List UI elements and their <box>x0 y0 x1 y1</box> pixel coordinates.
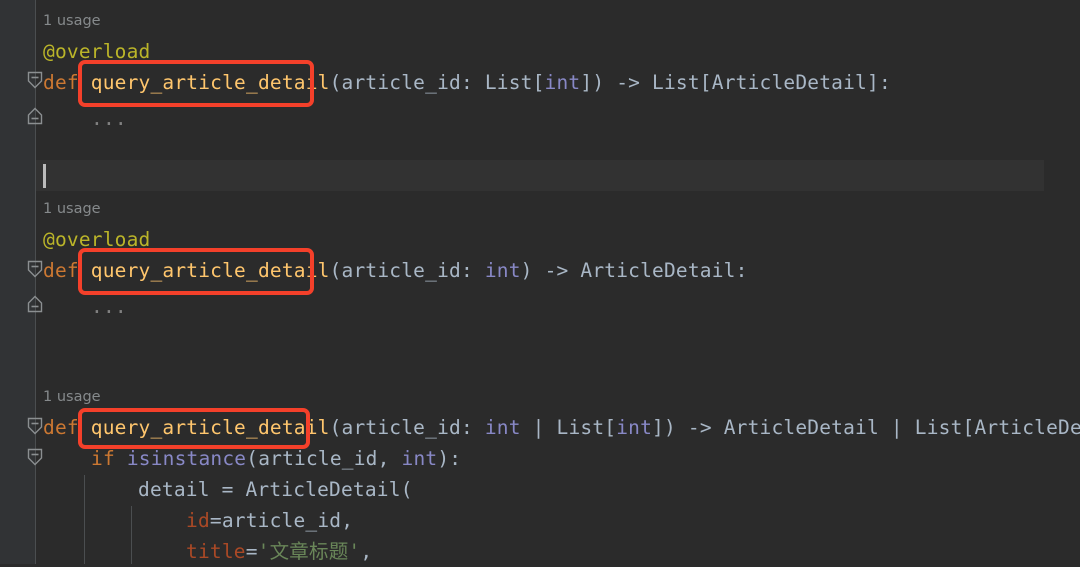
code-line-body-1: ... <box>36 103 1080 134</box>
comma: , <box>360 540 373 563</box>
code-line-decorator-2: @overload <box>36 224 1080 255</box>
usage-hint[interactable]: 1 usage <box>36 196 1080 222</box>
code-editor[interactable]: 1 usage @overload def query_article_deta… <box>0 0 1080 564</box>
param-name: article_id <box>341 259 461 282</box>
type-int: int <box>484 416 521 439</box>
usage-hint[interactable]: 1 usage <box>36 8 1080 34</box>
fold-marker-end[interactable] <box>26 106 44 126</box>
keyword-def: def <box>43 416 79 439</box>
code-line-def-2: def query_article_detail(article_id: int… <box>36 255 1080 286</box>
paren-open: ( <box>329 416 342 439</box>
end-colon: : <box>878 71 891 94</box>
fold-marker-expanded[interactable] <box>26 259 44 279</box>
union-pipe: | <box>520 416 557 439</box>
paren-open: ( <box>400 478 413 501</box>
annotation-list-open: List[ <box>556 416 617 439</box>
function-name: query_article_detail <box>90 71 330 94</box>
comma: , <box>341 509 354 532</box>
constructor-name: ArticleDetail <box>245 478 401 501</box>
param-name: article_id <box>341 71 461 94</box>
builtin-isinstance: isinstance <box>126 447 247 470</box>
usage-hint[interactable]: 1 usage <box>36 384 1080 410</box>
type-int: int <box>544 71 581 94</box>
function-name: query_article_detail <box>90 259 330 282</box>
keyword-if: if <box>91 447 115 470</box>
paren-close: ) <box>520 259 533 282</box>
equals: = <box>245 540 258 563</box>
variable-detail: detail <box>138 478 210 501</box>
kwarg-id: id <box>186 509 210 532</box>
comma: , <box>377 447 402 470</box>
assign-operator: = <box>209 478 246 501</box>
paren-open: ( <box>246 447 259 470</box>
keyword-def: def <box>43 71 79 94</box>
keyword-def: def <box>43 259 79 282</box>
colon: : <box>460 259 485 282</box>
annotation-list-close: ] <box>580 71 593 94</box>
decorator-overload: @overload <box>43 40 151 63</box>
fold-marker-expanded[interactable] <box>26 416 44 436</box>
fold-marker-end[interactable] <box>26 294 44 314</box>
colon: : <box>460 71 485 94</box>
type-int: int <box>401 447 438 470</box>
type-int: int <box>484 259 521 282</box>
code-line-assign: detail = ArticleDetail( <box>36 474 1080 505</box>
return-list-open: List[ <box>652 71 712 94</box>
annotation-list-close: ] <box>652 416 664 439</box>
code-line-body-2: ... <box>36 291 1080 322</box>
paren-open: ( <box>329 259 342 282</box>
code-text-area[interactable]: 1 usage @overload def query_article_deta… <box>36 0 1080 564</box>
paren-close: ) <box>592 71 605 94</box>
arg-article-id: article_id <box>258 447 378 470</box>
return-union-pipe: | <box>878 416 915 439</box>
indent-guide <box>84 475 85 564</box>
end-colon: : <box>449 447 462 470</box>
indent-guide <box>131 506 132 564</box>
return-list-open: List[ <box>914 416 975 439</box>
fold-marker-expanded[interactable] <box>26 70 44 90</box>
type-int: int <box>616 416 653 439</box>
kwarg-title-value: '文章标题' <box>257 540 361 563</box>
return-type-b: ArticleDetail <box>974 416 1080 439</box>
code-line-kwarg-id: id=article_id, <box>36 505 1080 536</box>
return-type: ArticleDetail <box>580 259 736 282</box>
equals: = <box>209 509 222 532</box>
return-type: ArticleDetail <box>711 71 867 94</box>
return-arrow: -> <box>604 71 653 94</box>
text-caret <box>43 164 46 188</box>
code-line-def-1: def query_article_detail(article_id: Lis… <box>36 67 1080 98</box>
param-name: article_id <box>341 416 461 439</box>
return-arrow: -> <box>532 259 581 282</box>
return-type-a: ArticleDetail <box>723 416 879 439</box>
ellipsis-body: ... <box>91 295 127 318</box>
return-arrow: -> <box>675 416 724 439</box>
code-line-decorator-1: @overload <box>36 36 1080 67</box>
code-line-kwarg-title: title='文章标题', <box>36 536 1080 567</box>
annotation-list-open: List[ <box>484 71 545 94</box>
colon: : <box>460 416 485 439</box>
fold-marker-expanded[interactable] <box>26 447 44 467</box>
paren-open: ( <box>329 71 342 94</box>
code-line-def-3: def query_article_detail(article_id: int… <box>36 412 1080 443</box>
function-name: query_article_detail <box>90 416 330 439</box>
paren-close: ) <box>663 416 676 439</box>
code-line-if: if isinstance(article_id, int): <box>36 443 1080 474</box>
kwarg-id-value: article_id <box>221 509 342 532</box>
end-colon: : <box>735 259 748 282</box>
ellipsis-body: ... <box>91 107 127 130</box>
kwarg-title: title <box>186 540 246 563</box>
return-list-close: ] <box>866 71 879 94</box>
paren-close: ) <box>437 447 450 470</box>
decorator-overload: @overload <box>43 228 151 251</box>
